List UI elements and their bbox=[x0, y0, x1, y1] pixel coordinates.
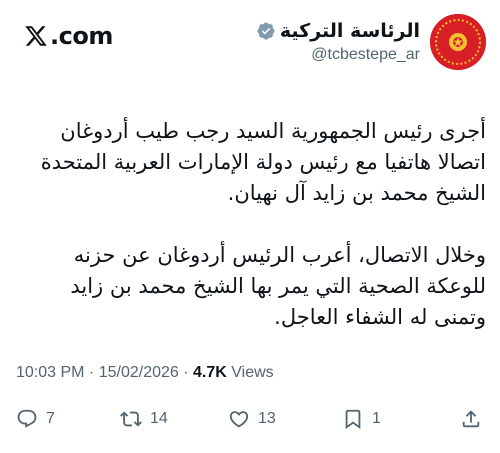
tweet-text: أجرى رئيس الجمهورية السيد رجب طيب أردوغا… bbox=[14, 116, 486, 333]
avatar[interactable] bbox=[430, 14, 486, 70]
tweet-paragraph: وخلال الاتصال، أعرب الرئيس أردوغان عن حز… bbox=[70, 243, 486, 329]
reply-count: 7 bbox=[46, 410, 55, 427]
author-handle[interactable]: @tcbestepe_ar bbox=[311, 46, 420, 64]
views-label: Views bbox=[231, 364, 274, 381]
display-name-row: الرئاسة التركية bbox=[256, 20, 420, 42]
author-block[interactable]: الرئاسة التركية @tcbestepe_ar bbox=[256, 14, 486, 70]
meta-separator: · bbox=[178, 364, 193, 381]
x-logo-icon bbox=[25, 26, 47, 46]
reply-icon bbox=[17, 409, 37, 428]
action-bar: 7 14 13 1 bbox=[16, 404, 484, 434]
like-icon bbox=[229, 411, 249, 428]
repost-count: 14 bbox=[150, 410, 168, 427]
share-button[interactable] bbox=[460, 408, 482, 430]
tweet-meta: 10:03 PM · 15/02/2026 · 4.7K Views bbox=[16, 364, 274, 382]
display-name[interactable]: الرئاسة التركية bbox=[280, 20, 420, 42]
tweet-date[interactable]: 15/02/2026 bbox=[99, 364, 179, 381]
verified-badge-icon bbox=[257, 22, 275, 40]
bookmark-icon bbox=[345, 409, 361, 430]
reply-button[interactable]: 7 bbox=[16, 408, 55, 430]
tweet-time[interactable]: 10:03 PM bbox=[16, 364, 84, 381]
bookmark-count: 1 bbox=[372, 410, 381, 427]
repost-button[interactable]: 14 bbox=[120, 408, 168, 430]
author-names: الرئاسة التركية @tcbestepe_ar bbox=[256, 20, 420, 64]
tweet-paragraph: أجرى رئيس الجمهورية السيد رجب طيب أردوغا… bbox=[40, 119, 486, 205]
like-button[interactable]: 13 bbox=[228, 408, 276, 430]
views-count: 4.7K bbox=[193, 364, 227, 381]
repost-icon bbox=[120, 411, 142, 427]
share-icon bbox=[462, 410, 480, 428]
verified-badge bbox=[256, 21, 276, 41]
like-count: 13 bbox=[258, 410, 276, 427]
x-logo[interactable]: .com bbox=[24, 22, 113, 50]
crescent-star-emblem-icon bbox=[430, 14, 486, 70]
meta-separator: · bbox=[84, 364, 99, 381]
bookmark-button[interactable]: 1 bbox=[342, 408, 381, 430]
tweet-header: .com الرئاسة التركية @tcbestepe_ar bbox=[0, 0, 500, 80]
x-wordmark: .com bbox=[50, 22, 113, 50]
